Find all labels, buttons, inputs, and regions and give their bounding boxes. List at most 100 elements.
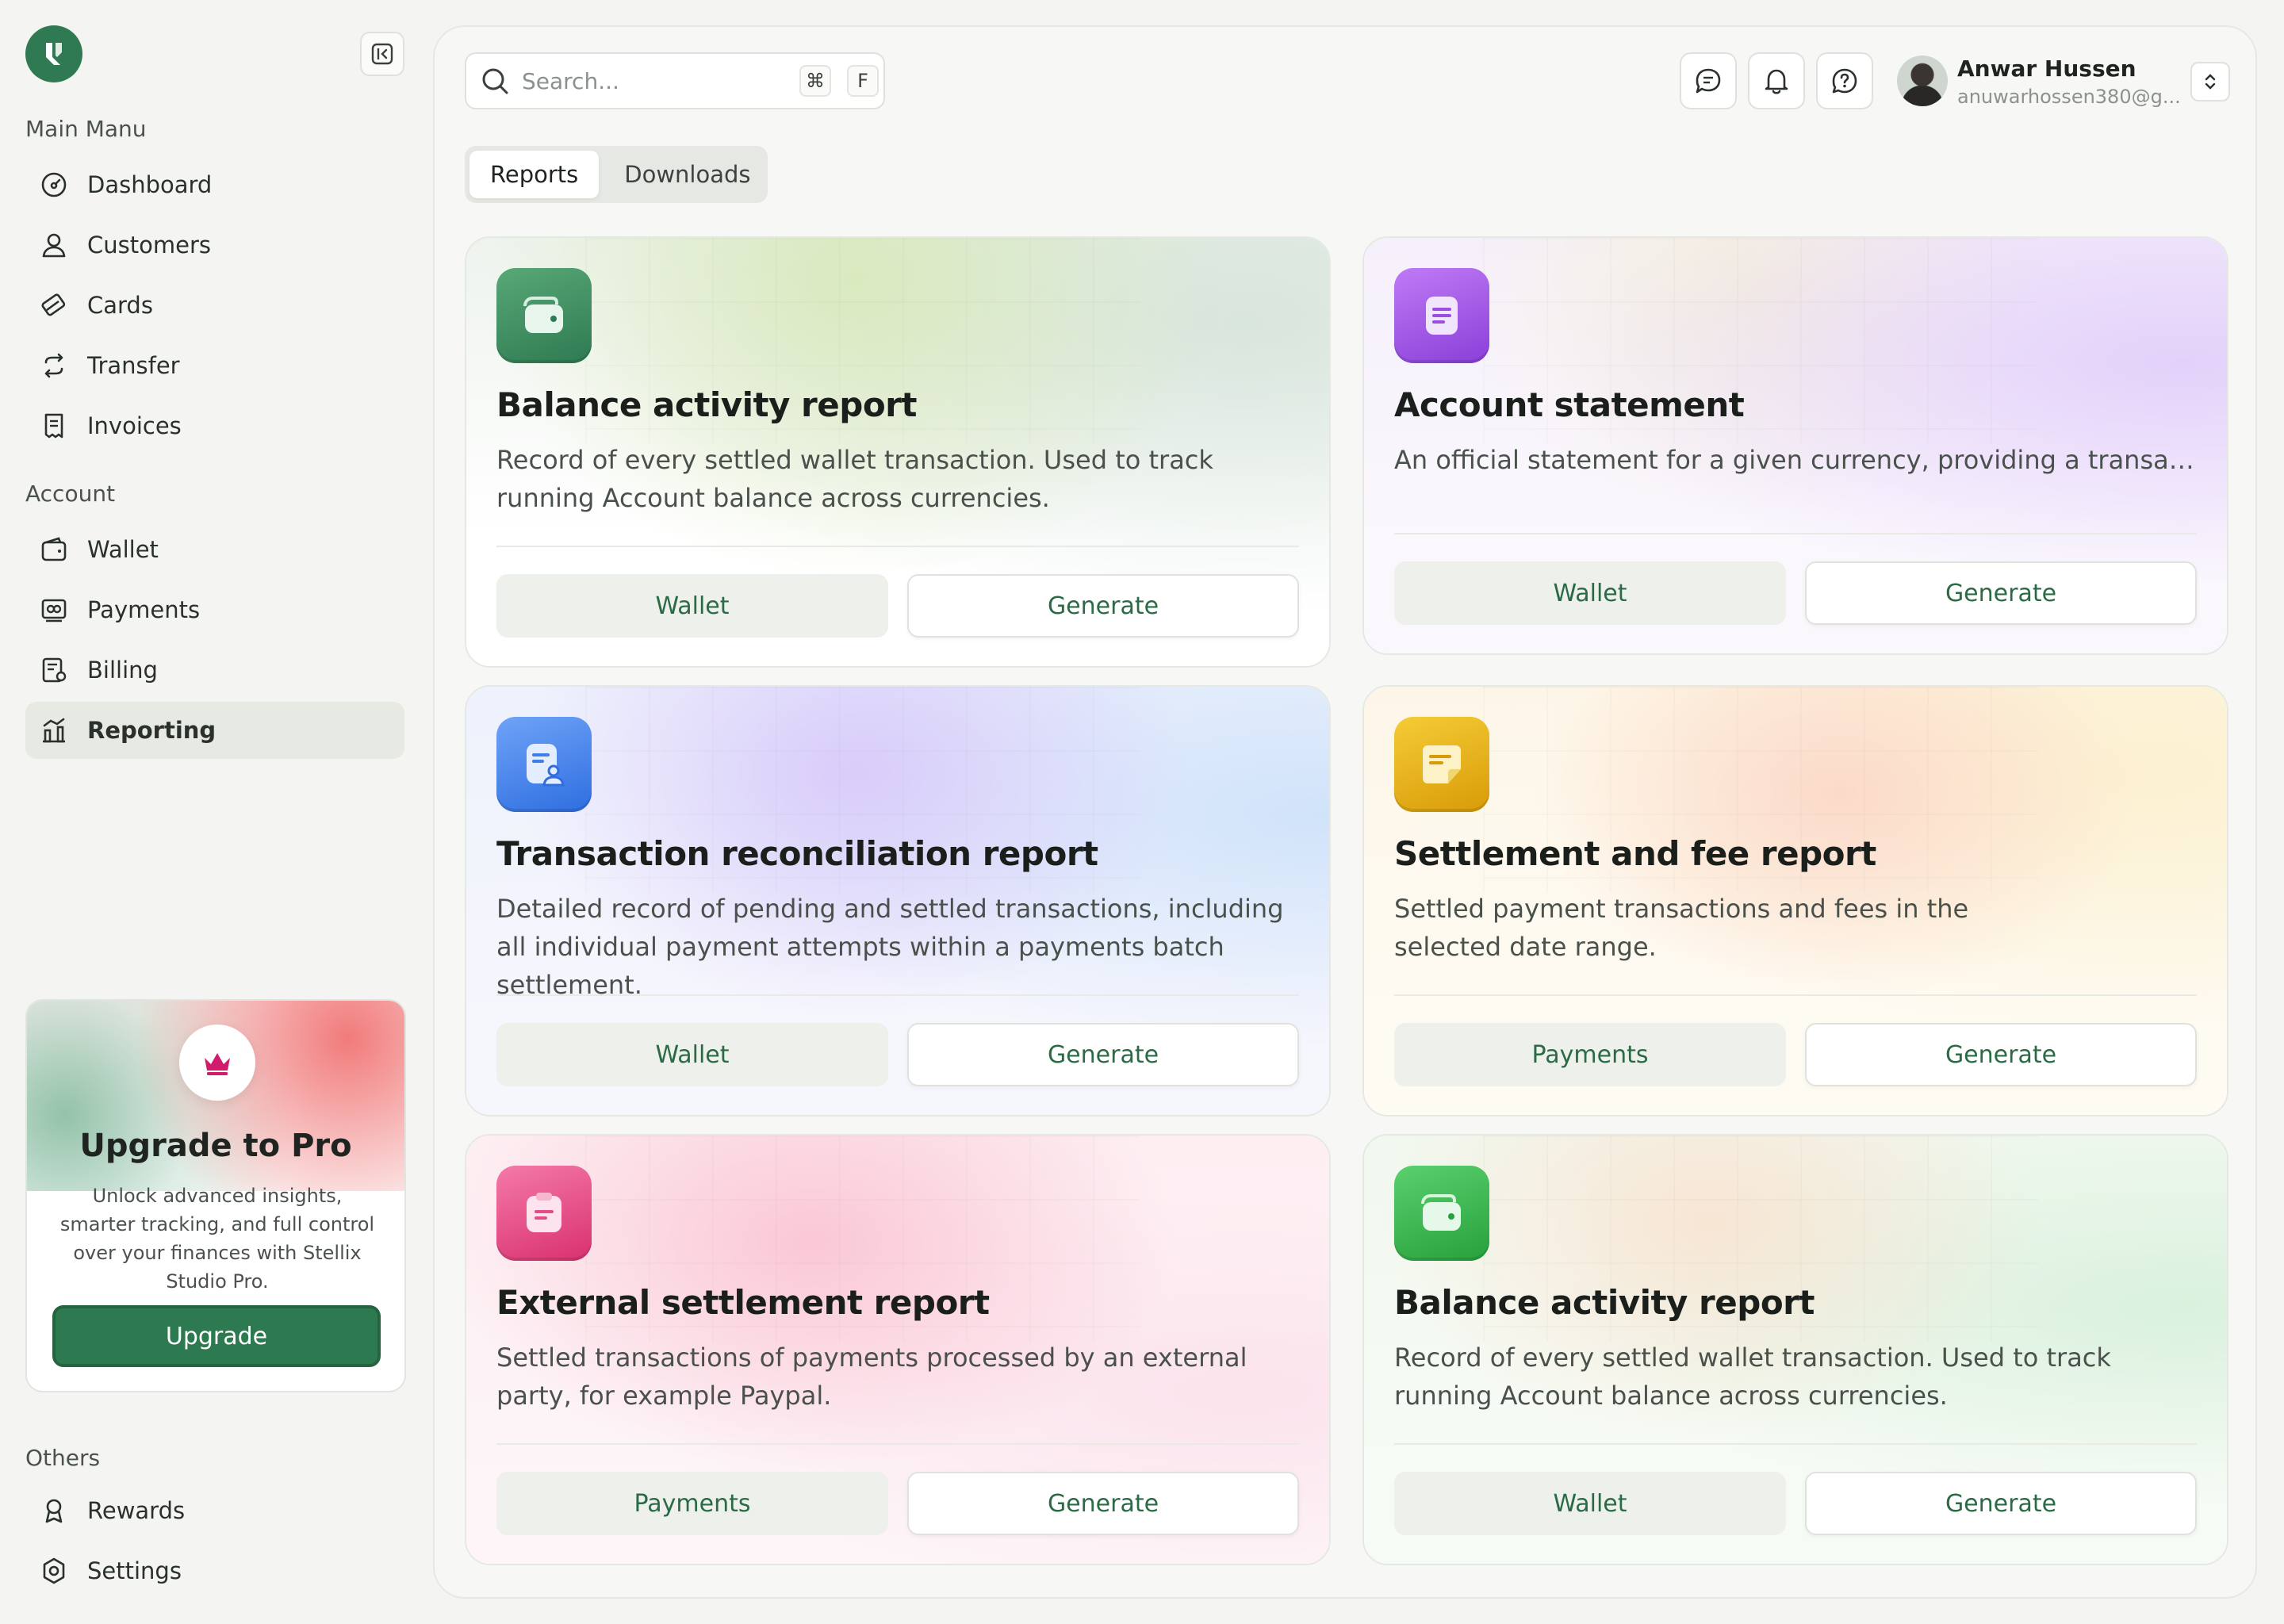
cards-icon xyxy=(38,289,70,321)
user-email: anuwarhossen380@g... xyxy=(1957,86,2181,108)
billing-icon xyxy=(38,654,70,686)
card-description: Record of every settled wallet transacti… xyxy=(1394,1342,2111,1411)
app-logo[interactable] xyxy=(25,25,82,82)
card-divider xyxy=(496,994,1299,996)
wallet-icon xyxy=(1394,1166,1489,1261)
upgrade-button[interactable]: Upgrade xyxy=(52,1305,381,1367)
card-description: Settled transactions of payments process… xyxy=(496,1342,1247,1411)
sidebar-item-label: Transfer xyxy=(87,352,180,379)
card-divider xyxy=(496,546,1299,547)
card-title: Balance activity report xyxy=(496,385,917,424)
account-section-label: Account xyxy=(25,481,116,507)
source-payments-button[interactable]: Payments xyxy=(496,1472,888,1535)
source-wallet-button[interactable]: Wallet xyxy=(496,1023,888,1086)
shortcut-key-f: F xyxy=(847,65,879,97)
rewards-icon xyxy=(38,1495,70,1526)
crown-icon xyxy=(179,1025,255,1101)
source-payments-button[interactable]: Payments xyxy=(1394,1023,1786,1086)
sidebar-item-label: Dashboard xyxy=(87,171,213,198)
card-description: An official statement for a given curren… xyxy=(1394,445,2195,475)
collapse-sidebar-button[interactable] xyxy=(360,32,404,76)
sidebar-item-invoices[interactable]: Invoices xyxy=(25,397,404,454)
upgrade-card: Upgrade to Pro Unlock advanced insights,… xyxy=(25,999,406,1392)
card-divider xyxy=(1394,994,2197,996)
account-switcher-button[interactable] xyxy=(2190,62,2230,102)
sidebar-item-label: Wallet xyxy=(87,536,159,563)
search-bar[interactable]: Search... ⌘ F xyxy=(465,52,885,109)
payments-icon xyxy=(38,594,70,626)
report-tabs: Reports Downloads xyxy=(465,146,768,203)
wallet-icon xyxy=(38,534,70,565)
card-divider xyxy=(1394,533,2197,534)
report-card: Balance activity report Record of every … xyxy=(1362,1134,2228,1565)
generate-button[interactable]: Generate xyxy=(907,574,1299,638)
source-wallet-button[interactable]: Wallet xyxy=(1394,561,1786,625)
reporting-icon xyxy=(38,714,70,746)
sidebar-item-reporting[interactable]: Reporting xyxy=(25,702,404,759)
report-card: Account statement An official statement … xyxy=(1362,236,2228,655)
search-icon xyxy=(479,65,511,97)
shortcut-key-cmd: ⌘ xyxy=(799,65,831,97)
tab-reports[interactable]: Reports xyxy=(469,151,600,198)
wallet-icon xyxy=(496,268,592,363)
upgrade-description: Unlock advanced insights, smarter tracki… xyxy=(59,1185,375,1293)
card-description: Settled payment transactions and fees in… xyxy=(1394,894,1969,962)
upgrade-title: Upgrade to Pro xyxy=(79,1128,352,1164)
sidebar-item-billing[interactable]: Billing xyxy=(25,642,404,699)
sidebar-item-label: Billing xyxy=(87,657,158,684)
source-wallet-button[interactable]: Wallet xyxy=(1394,1472,1786,1535)
clipboard-icon xyxy=(496,1166,592,1261)
others-section-label: Others xyxy=(25,1445,101,1471)
messages-button[interactable] xyxy=(1680,52,1737,109)
sidebar-item-settings[interactable]: Settings xyxy=(25,1542,404,1599)
sidebar-item-label: Cards xyxy=(87,292,153,319)
help-button[interactable] xyxy=(1816,52,1873,109)
notifications-button[interactable] xyxy=(1748,52,1805,109)
sidebar-item-label: Settings xyxy=(87,1557,182,1584)
sidebar-item-dashboard[interactable]: Dashboard xyxy=(25,156,404,213)
card-description: Detailed record of pending and settled t… xyxy=(496,894,1284,1000)
sidebar-item-label: Reporting xyxy=(87,717,217,744)
tab-downloads[interactable]: Downloads xyxy=(604,151,771,198)
source-wallet-button[interactable]: Wallet xyxy=(496,574,888,638)
collapse-icon xyxy=(371,43,393,65)
generate-button[interactable]: Generate xyxy=(907,1023,1299,1086)
transfer-icon xyxy=(38,350,70,381)
sidebar-item-wallet[interactable]: Wallet xyxy=(25,521,404,578)
card-title: Balance activity report xyxy=(1394,1283,1815,1322)
logo-icon xyxy=(46,43,62,65)
sidebar-item-label: Rewards xyxy=(87,1497,186,1524)
generate-button[interactable]: Generate xyxy=(1805,1023,2197,1086)
user-name: Anwar Hussen xyxy=(1957,56,2136,82)
user-icon xyxy=(38,229,70,261)
report-card: Balance activity report Record of every … xyxy=(465,236,1331,668)
card-title: Account statement xyxy=(1394,385,1745,424)
note-icon xyxy=(1394,717,1489,812)
card-title: Settlement and fee report xyxy=(1394,834,1876,873)
report-card: Settlement and fee report Settled paymen… xyxy=(1362,685,2228,1116)
chevron-up-down-icon xyxy=(2205,74,2216,90)
sidebar-item-cards[interactable]: Cards xyxy=(25,277,404,334)
settings-icon xyxy=(38,1555,70,1587)
report-card: Transaction reconciliation report Detail… xyxy=(465,685,1331,1116)
user-document-icon xyxy=(496,717,592,812)
user-profile[interactable]: Anwar Hussen anuwarhossen380@g... xyxy=(1897,52,2222,109)
sidebar-item-label: Payments xyxy=(87,596,201,623)
card-description: Record of every settled wallet transacti… xyxy=(496,445,1213,513)
card-title: Transaction reconciliation report xyxy=(496,834,1098,873)
avatar xyxy=(1897,56,1948,106)
generate-button[interactable]: Generate xyxy=(1805,561,2197,625)
sidebar-item-payments[interactable]: Payments xyxy=(25,581,404,638)
sidebar-item-rewards[interactable]: Rewards xyxy=(25,1482,404,1539)
bell-icon xyxy=(1765,69,1788,94)
sidebar-item-customers[interactable]: Customers xyxy=(25,216,404,274)
main-panel: Search... ⌘ F Anwar Hussen anuwarhossen3… xyxy=(433,25,2257,1599)
search-input[interactable]: Search... xyxy=(522,68,788,94)
report-card: External settlement report Settled trans… xyxy=(465,1134,1331,1565)
help-icon xyxy=(1832,68,1857,94)
invoice-icon xyxy=(38,410,70,442)
generate-button[interactable]: Generate xyxy=(1805,1472,2197,1535)
generate-button[interactable]: Generate xyxy=(907,1472,1299,1535)
sidebar-item-transfer[interactable]: Transfer xyxy=(25,337,404,394)
document-icon xyxy=(1394,268,1489,363)
